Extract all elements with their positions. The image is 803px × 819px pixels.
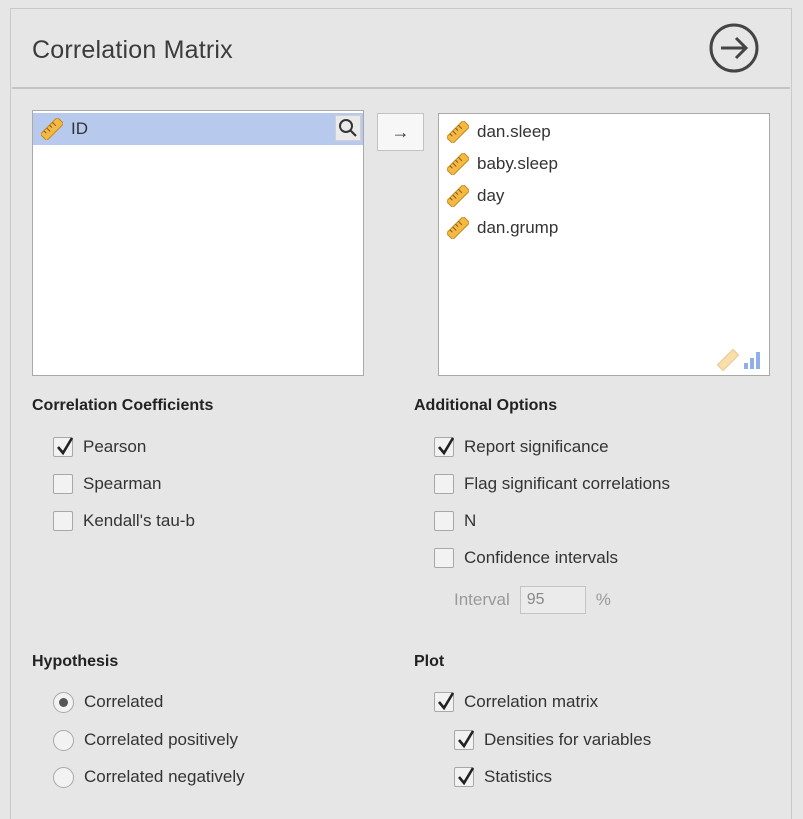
option-label: Correlated positively [84, 730, 239, 749]
additional-options-heading: Additional Options [414, 397, 558, 414]
confidence-intervals-option[interactable]: Confidence intervals [434, 546, 618, 570]
kendall-option[interactable]: Kendall's tau-b [53, 509, 195, 533]
option-label: Kendall's tau-b [83, 511, 195, 530]
option-label: Spearman [83, 474, 162, 493]
densities-option[interactable]: Densities for variables [454, 728, 651, 752]
option-label: Correlation matrix [464, 692, 599, 711]
kendall-checkbox[interactable] [53, 511, 73, 531]
flag-significant-checkbox[interactable] [434, 474, 454, 494]
flag-significant-option[interactable]: Flag significant correlations [434, 472, 670, 496]
target-variables-list[interactable]: dan.sleep baby.sleep day dan.grump [438, 113, 770, 376]
move-variable-button[interactable]: → [377, 113, 424, 151]
option-label: Densities for variables [484, 730, 652, 749]
ruler-icon [41, 118, 63, 140]
report-significance-option[interactable]: Report significance [434, 435, 609, 459]
variable-name: dan.sleep [477, 122, 551, 141]
option-label: Report significance [464, 437, 609, 456]
correlated-option[interactable]: Correlated [53, 690, 163, 714]
plot-heading: Plot [414, 653, 445, 670]
radio-dot [59, 697, 68, 707]
search-button[interactable] [335, 115, 361, 141]
ruler-icon [447, 121, 469, 143]
search-icon [339, 119, 357, 137]
variable-name: baby.sleep [477, 154, 558, 173]
interval-label: Interval [454, 590, 510, 609]
checkmark-icon [438, 692, 455, 711]
arrow-circle-right-icon [709, 23, 759, 73]
option-label: Pearson [83, 437, 147, 456]
variable-name: day [477, 186, 505, 205]
pearson-checkbox[interactable] [53, 437, 74, 457]
correlated-negatively-radio[interactable] [53, 766, 74, 788]
option-label: N [464, 511, 477, 530]
n-option[interactable]: N [434, 509, 476, 533]
option-label: Confidence intervals [464, 548, 619, 567]
spearman-option[interactable]: Spearman [53, 472, 161, 496]
source-variables-list[interactable]: ID [32, 110, 364, 376]
run-button[interactable] [709, 23, 759, 73]
list-item[interactable]: dan.sleep [439, 116, 551, 148]
spearman-checkbox[interactable] [53, 474, 73, 494]
statistics-checkbox[interactable] [454, 767, 475, 787]
variable-name: dan.grump [477, 218, 559, 237]
correlated-positively-radio[interactable] [53, 729, 74, 751]
arrow-right-icon: → [391, 121, 410, 142]
confidence-intervals-checkbox[interactable] [434, 548, 454, 568]
hypothesis-heading: Hypothesis [32, 653, 119, 670]
continuous-ordinal-icon [717, 348, 760, 371]
correlated-negatively-option[interactable]: Correlated negatively [53, 765, 245, 789]
option-label: Correlated [84, 692, 164, 711]
report-significance-checkbox[interactable] [434, 437, 455, 457]
correlated-radio[interactable] [53, 691, 74, 713]
list-item[interactable]: baby.sleep [439, 148, 558, 180]
ruler-icon [447, 217, 469, 239]
checkmark-icon [438, 437, 455, 456]
option-label: Correlated negatively [84, 767, 245, 786]
title-divider [12, 87, 790, 89]
list-item[interactable]: ID [33, 113, 363, 145]
list-item[interactable]: dan.grump [439, 212, 558, 244]
checkmark-icon [458, 730, 475, 749]
option-label: Statistics [484, 767, 553, 786]
list-item[interactable]: day [439, 180, 504, 212]
correlated-positively-option[interactable]: Correlated positively [53, 728, 238, 752]
correlation-matrix-option[interactable]: Correlation matrix [434, 690, 598, 714]
ruler-icon [447, 185, 469, 207]
checkmark-icon [458, 767, 475, 786]
ruler-icon [447, 153, 469, 175]
option-label: Flag significant correlations [464, 474, 670, 493]
statistics-option[interactable]: Statistics [454, 765, 552, 789]
interval-unit: % [595, 590, 611, 609]
n-checkbox[interactable] [434, 511, 454, 531]
correlation-coefficients-heading: Correlation Coefficients [32, 397, 214, 414]
panel-title: Correlation Matrix [32, 36, 233, 64]
pearson-option[interactable]: Pearson [53, 435, 146, 459]
checkmark-icon [57, 437, 74, 456]
interval-row: Interval 95 % [454, 585, 611, 615]
variable-name: ID [71, 119, 88, 138]
densities-checkbox[interactable] [454, 730, 475, 750]
interval-input[interactable]: 95 [519, 586, 586, 614]
correlation-matrix-checkbox[interactable] [434, 692, 455, 712]
